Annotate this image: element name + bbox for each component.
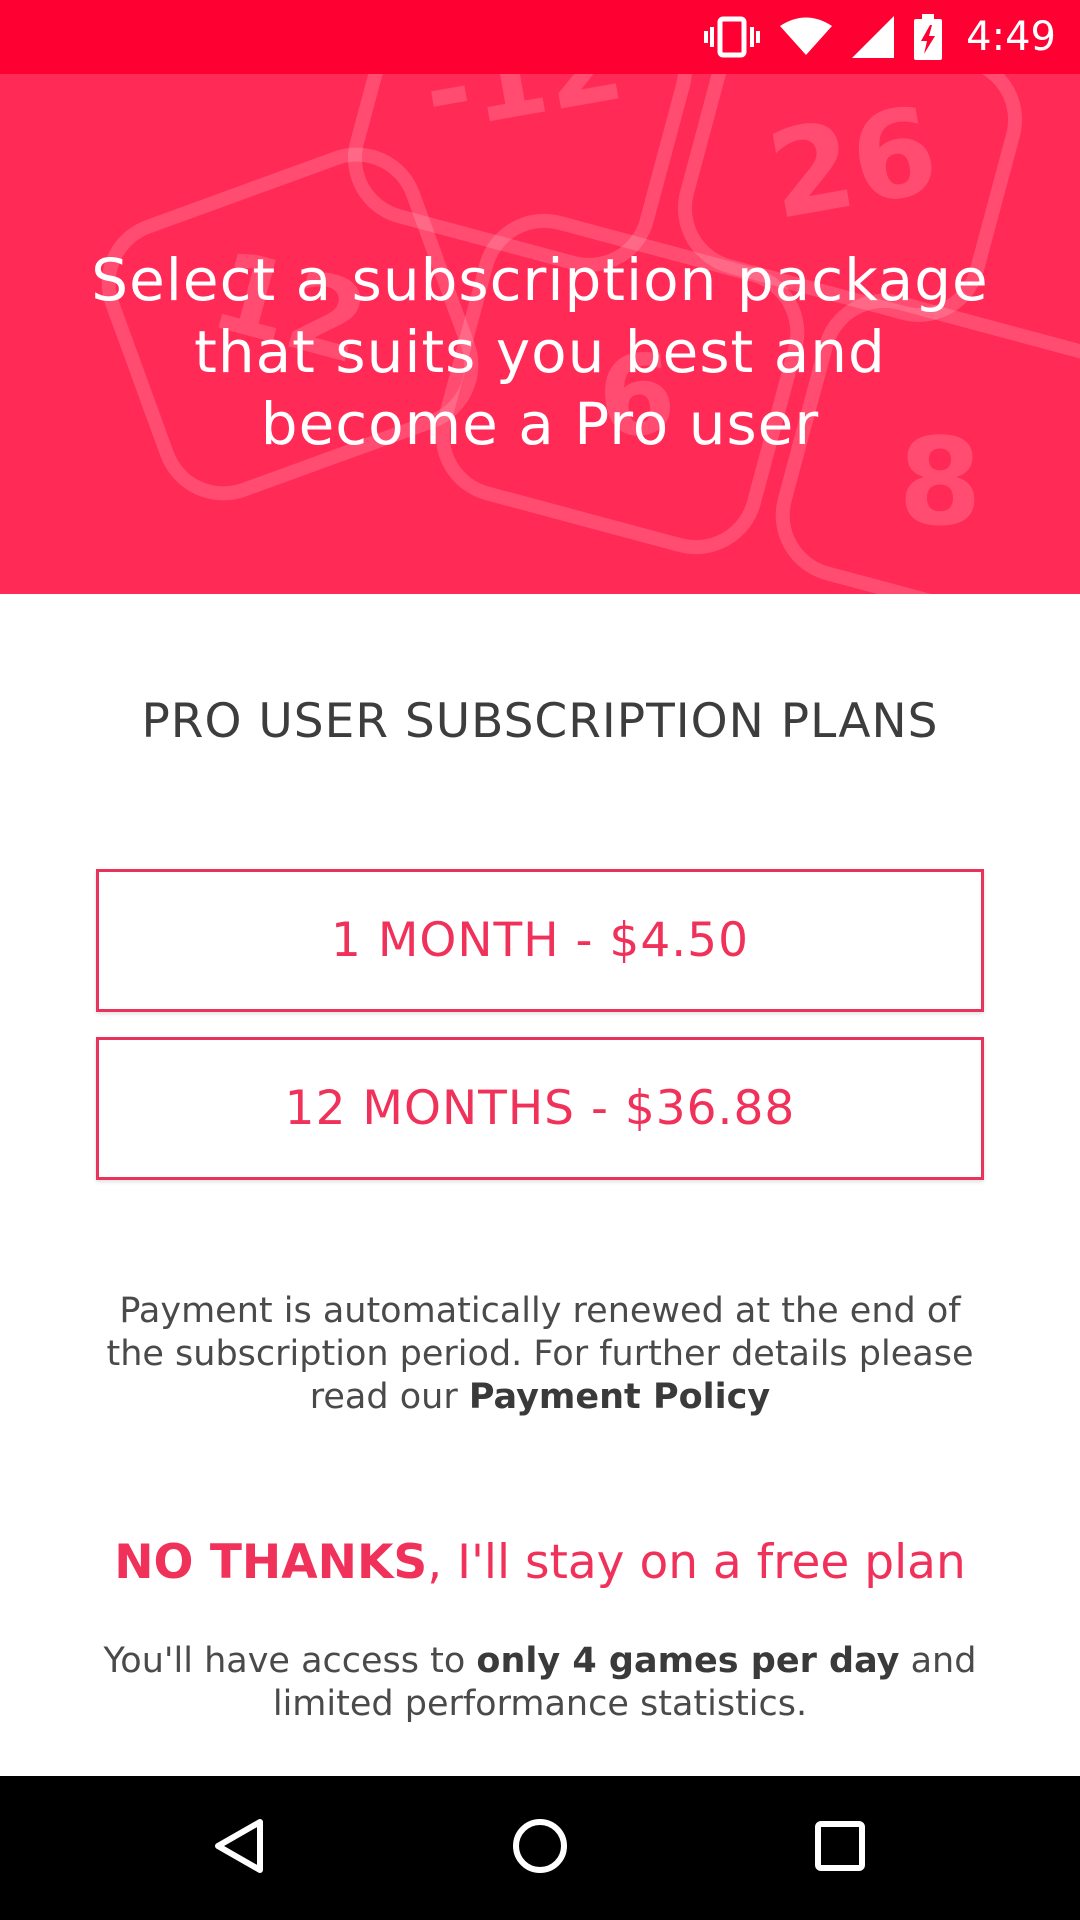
plan-label: 1 MONTH - $4.50 bbox=[331, 913, 749, 968]
plan-12-months-button[interactable]: 12 MONTHS - $36.88 bbox=[96, 1037, 984, 1180]
free-plan-note: You'll have access to only 4 games per d… bbox=[80, 1640, 1000, 1726]
status-bar: 4:49 bbox=[0, 0, 1080, 74]
no-thanks-strong: NO THANKS bbox=[114, 1535, 428, 1590]
recents-icon bbox=[810, 1816, 870, 1880]
payment-note: Payment is automatically renewed at the … bbox=[100, 1290, 980, 1419]
hero-title-line: that suits you best and bbox=[194, 318, 886, 386]
vibrate-icon bbox=[704, 15, 761, 59]
status-time: 4:49 bbox=[966, 14, 1056, 60]
subscription-screen: 4:49 -12 26 12 6 8 Select a subscription… bbox=[0, 0, 1080, 1920]
decor-number: -12 bbox=[414, 74, 632, 157]
payment-policy-link[interactable]: Payment Policy bbox=[469, 1377, 770, 1417]
home-button[interactable] bbox=[460, 1776, 620, 1920]
navigation-bar bbox=[0, 1776, 1080, 1920]
plan-label: 12 MONTHS - $36.88 bbox=[284, 1081, 796, 1136]
hero-title-line: become a Pro user bbox=[260, 390, 820, 458]
no-thanks-button[interactable]: NO THANKS, I'll stay on a free plan bbox=[0, 1535, 1080, 1590]
free-note-before: You'll have access to bbox=[103, 1641, 477, 1681]
plans-heading: PRO USER SUBSCRIPTION PLANS bbox=[141, 694, 939, 749]
hero-title: Select a subscription package that suits… bbox=[40, 244, 1040, 460]
back-button[interactable] bbox=[160, 1776, 320, 1920]
hero-title-line: Select a subscription package bbox=[91, 246, 989, 314]
home-icon bbox=[510, 1816, 570, 1880]
recents-button[interactable] bbox=[760, 1776, 920, 1920]
hero-banner: -12 26 12 6 8 Select a subscription pack… bbox=[0, 74, 1080, 594]
decor-number: 26 bbox=[759, 81, 948, 247]
back-icon bbox=[210, 1816, 270, 1880]
no-thanks-rest: , I'll stay on a free plan bbox=[427, 1535, 966, 1590]
battery-charging-icon bbox=[914, 14, 943, 60]
signal-icon bbox=[852, 16, 895, 58]
free-note-strong: only 4 games per day bbox=[476, 1641, 900, 1681]
plan-1-month-button[interactable]: 1 MONTH - $4.50 bbox=[96, 869, 984, 1012]
status-icons: 4:49 bbox=[704, 0, 1056, 74]
wifi-icon bbox=[780, 17, 833, 57]
